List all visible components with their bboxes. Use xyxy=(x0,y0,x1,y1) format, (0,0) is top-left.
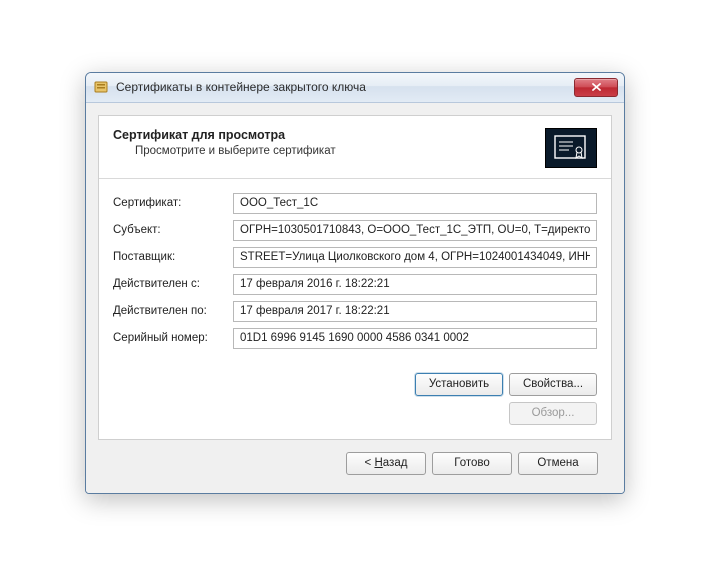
row-issuer: Поставщик: xyxy=(113,247,597,268)
app-icon xyxy=(94,79,110,95)
row-validfrom: Действителен с: xyxy=(113,274,597,295)
finish-button[interactable]: Готово xyxy=(432,452,512,475)
content-panel: Сертификат для просмотра Просмотрите и в… xyxy=(98,115,612,440)
input-subject[interactable] xyxy=(233,220,597,241)
row-certificate: Сертификат: xyxy=(113,193,597,214)
action-row-2: Обзор... xyxy=(99,398,611,439)
header-section: Сертификат для просмотра Просмотрите и в… xyxy=(99,116,611,179)
label-serial: Серийный номер: xyxy=(113,332,233,344)
close-icon xyxy=(591,82,602,92)
form-area: Сертификат: Субъект: Поставщик: Действит… xyxy=(99,179,611,365)
label-issuer: Поставщик: xyxy=(113,251,233,263)
certificate-icon xyxy=(545,128,597,168)
label-validto: Действителен по: xyxy=(113,305,233,317)
page-subtitle: Просмотрите и выберите сертификат xyxy=(113,145,545,157)
input-serial[interactable] xyxy=(233,328,597,349)
client-area: Сертификат для просмотра Просмотрите и в… xyxy=(86,103,624,493)
dialog-window: Сертификаты в контейнере закрытого ключа… xyxy=(85,72,625,494)
cancel-button[interactable]: Отмена xyxy=(518,452,598,475)
browse-button: Обзор... xyxy=(509,402,597,425)
close-button[interactable] xyxy=(574,78,618,97)
input-certificate[interactable] xyxy=(233,193,597,214)
wizard-footer: < Назад Готово Отмена xyxy=(98,440,612,479)
action-row-1: Установить Свойства... xyxy=(99,365,611,398)
install-button[interactable]: Установить xyxy=(415,373,503,396)
label-certificate: Сертификат: xyxy=(113,197,233,209)
properties-button[interactable]: Свойства... xyxy=(509,373,597,396)
page-title: Сертификат для просмотра xyxy=(113,128,545,142)
window-title: Сертификаты в контейнере закрытого ключа xyxy=(116,80,574,94)
row-serial: Серийный номер: xyxy=(113,328,597,349)
header-text: Сертификат для просмотра Просмотрите и в… xyxy=(113,128,545,157)
row-validto: Действителен по: xyxy=(113,301,597,322)
input-validfrom[interactable] xyxy=(233,274,597,295)
label-validfrom: Действителен с: xyxy=(113,278,233,290)
row-subject: Субъект: xyxy=(113,220,597,241)
titlebar: Сертификаты в контейнере закрытого ключа xyxy=(86,73,624,103)
input-issuer[interactable] xyxy=(233,247,597,268)
input-validto[interactable] xyxy=(233,301,597,322)
back-button[interactable]: < Назад xyxy=(346,452,426,475)
label-subject: Субъект: xyxy=(113,224,233,236)
